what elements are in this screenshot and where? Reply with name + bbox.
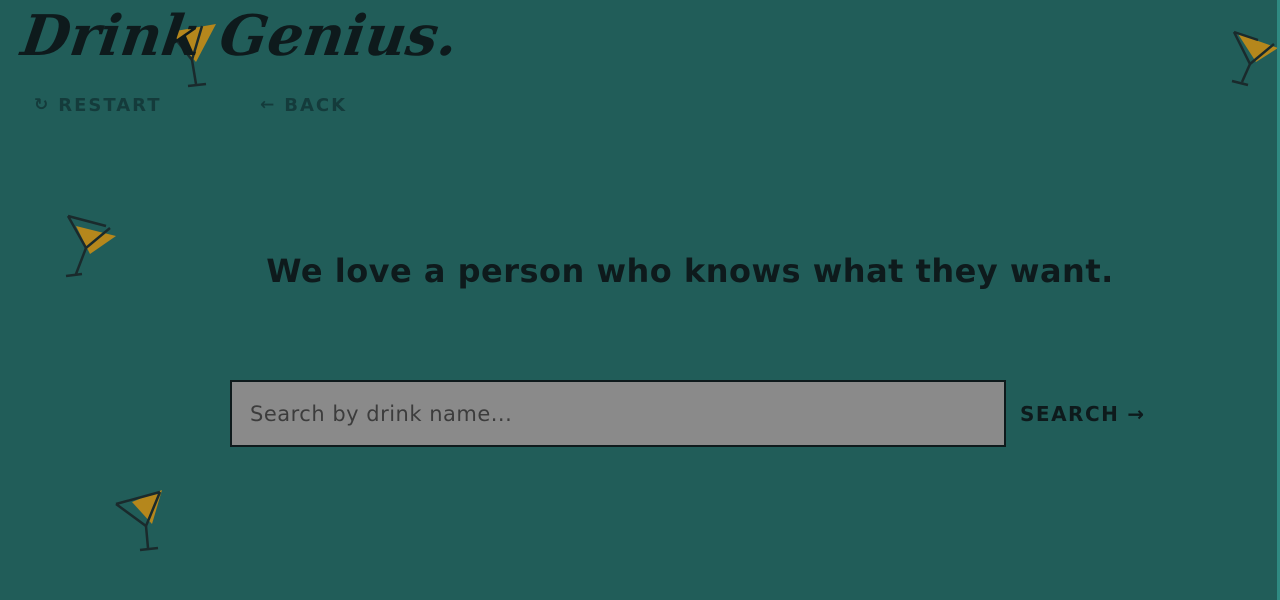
martini-glass-icon	[115, 490, 162, 552]
logo[interactable]: Drink Genius.	[17, 3, 462, 69]
page-title: We love a person who knows what they wan…	[266, 252, 1114, 290]
arrow-right-icon: →	[1127, 402, 1146, 426]
search-button[interactable]: SEARCH →	[1020, 401, 1146, 427]
search-button-label: SEARCH	[1020, 402, 1120, 426]
search-input[interactable]	[230, 380, 1006, 447]
restart-button[interactable]: ↻ RESTART	[34, 94, 162, 116]
back-label: BACK	[284, 94, 348, 116]
back-button[interactable]: ← BACK	[260, 94, 347, 116]
restart-icon: ↻	[34, 94, 51, 115]
restart-label: RESTART	[58, 94, 162, 116]
arrow-left-icon: ←	[260, 94, 277, 115]
page: Drink Genius. ↻ RESTART ← BACK We love a…	[0, 0, 1280, 600]
martini-glass-icon	[65, 214, 116, 278]
martini-glass-icon	[1231, 30, 1278, 87]
